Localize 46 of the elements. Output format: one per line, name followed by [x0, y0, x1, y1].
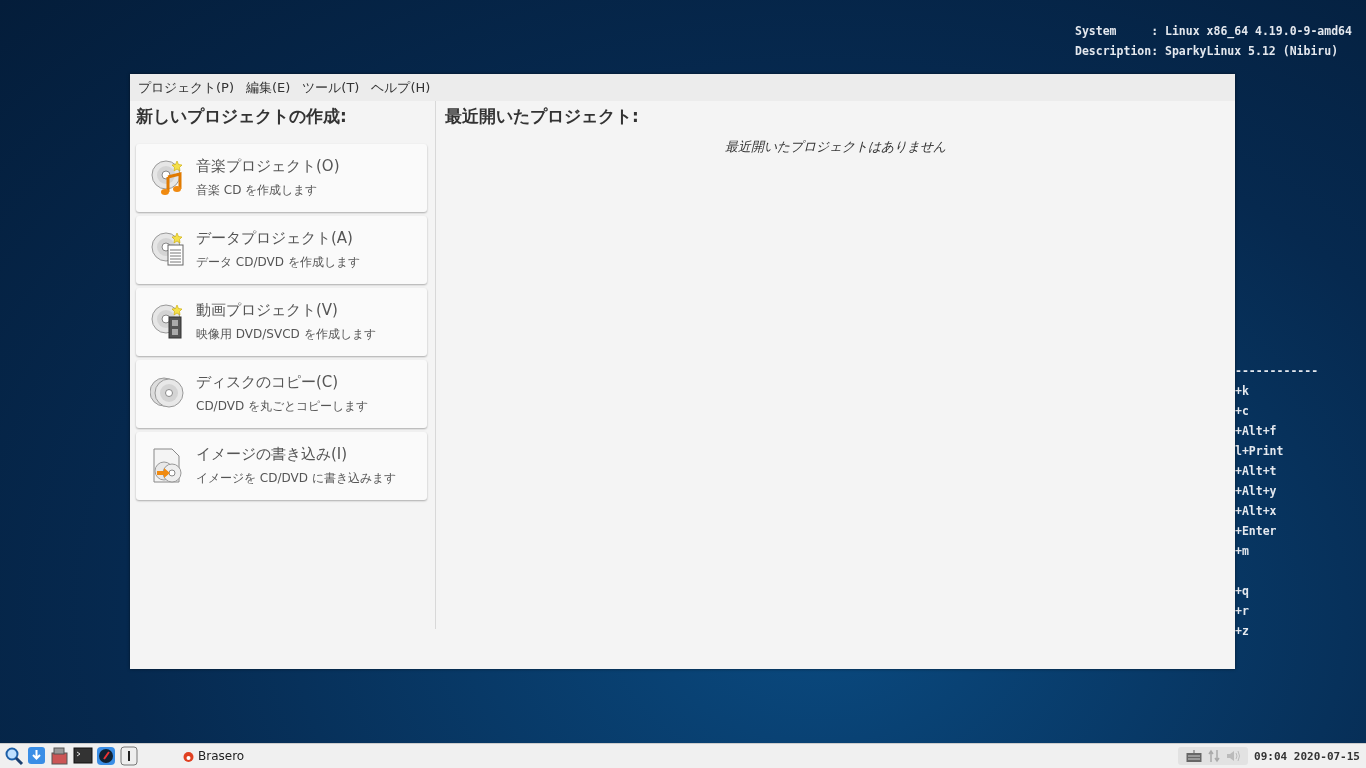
desktop-text: System : Linux x86_64 4.19.0-9-amd64 [1075, 23, 1352, 41]
project-card[interactable]: データプロジェクト(A) データ CD/DVD を作成します [136, 216, 427, 284]
desktop-text: ------------ [1235, 363, 1319, 380]
project-card[interactable]: イメージの書き込み(I) イメージを CD/DVD に書き込みます [136, 432, 427, 500]
project-card[interactable]: ディスクのコピー(C) CD/DVD を丸ごとコピーします [136, 360, 427, 428]
desktop-text: +Alt+t [1235, 463, 1278, 480]
desktop-text: +Alt+f [1235, 423, 1278, 440]
menu-item[interactable]: ツール(T) [296, 78, 366, 97]
section-heading: 新しいプロジェクトの作成: [136, 105, 348, 128]
desktop-text: +k [1235, 383, 1250, 400]
data-disc-icon [150, 231, 186, 269]
desktop-text: +c [1235, 403, 1250, 420]
keyboard-icon[interactable] [1186, 749, 1203, 763]
menu-item[interactable]: プロジェクト(P) [132, 78, 240, 97]
desktop-text: +z [1235, 623, 1250, 640]
project-title: ディスクのコピー(C) [196, 373, 340, 392]
project-title: 動画プロジェクト(V) [196, 301, 339, 320]
project-title: データプロジェクト(A) [196, 229, 354, 248]
desktop-text: +q [1235, 583, 1250, 600]
project-card[interactable]: 音楽プロジェクト(O) 音楽 CD を作成します [136, 144, 427, 212]
desktop-text: +Enter [1235, 523, 1278, 540]
desktop-text: +Alt+y [1235, 483, 1278, 500]
section-heading: 最近開いたプロジェクト: [445, 105, 640, 128]
desktop-text: +Alt+x [1235, 503, 1278, 520]
project-description: 音楽 CD を作成します [196, 182, 319, 199]
taskbar-button[interactable]: Brasero [183, 749, 245, 763]
desktop-text: +r [1235, 603, 1250, 620]
package-icon[interactable] [50, 746, 70, 766]
menu-item[interactable]: ヘルプ(H) [365, 78, 437, 97]
project-card[interactable]: 動画プロジェクト(V) 映像用 DVD/SVCD を作成します [136, 288, 427, 356]
menu-item[interactable]: 編集(E) [240, 78, 297, 97]
empty-message: 最近開いたプロジェクトはありません [725, 138, 946, 156]
text-cursor-icon[interactable] [119, 746, 139, 766]
project-description: イメージを CD/DVD に書き込みます [196, 470, 396, 487]
project-description: 映像用 DVD/SVCD を作成します [196, 326, 376, 343]
terminal-icon[interactable] [73, 746, 93, 766]
search-icon[interactable] [4, 746, 24, 766]
compass-icon[interactable] [96, 746, 116, 766]
clock[interactable]: 09:04 2020-07-15 [1254, 749, 1360, 763]
project-title: イメージの書き込み(I) [196, 445, 349, 464]
desktop-text: Description: SparkyLinux 5.12 (Nibiru) [1075, 43, 1340, 60]
desktop-text: l+Print [1235, 443, 1285, 460]
project-title: 音楽プロジェクト(O) [196, 157, 340, 176]
desktop-text: +m [1235, 543, 1250, 560]
project-description: データ CD/DVD を作成します [196, 254, 360, 271]
project-description: CD/DVD を丸ごとコピーします [196, 398, 368, 415]
